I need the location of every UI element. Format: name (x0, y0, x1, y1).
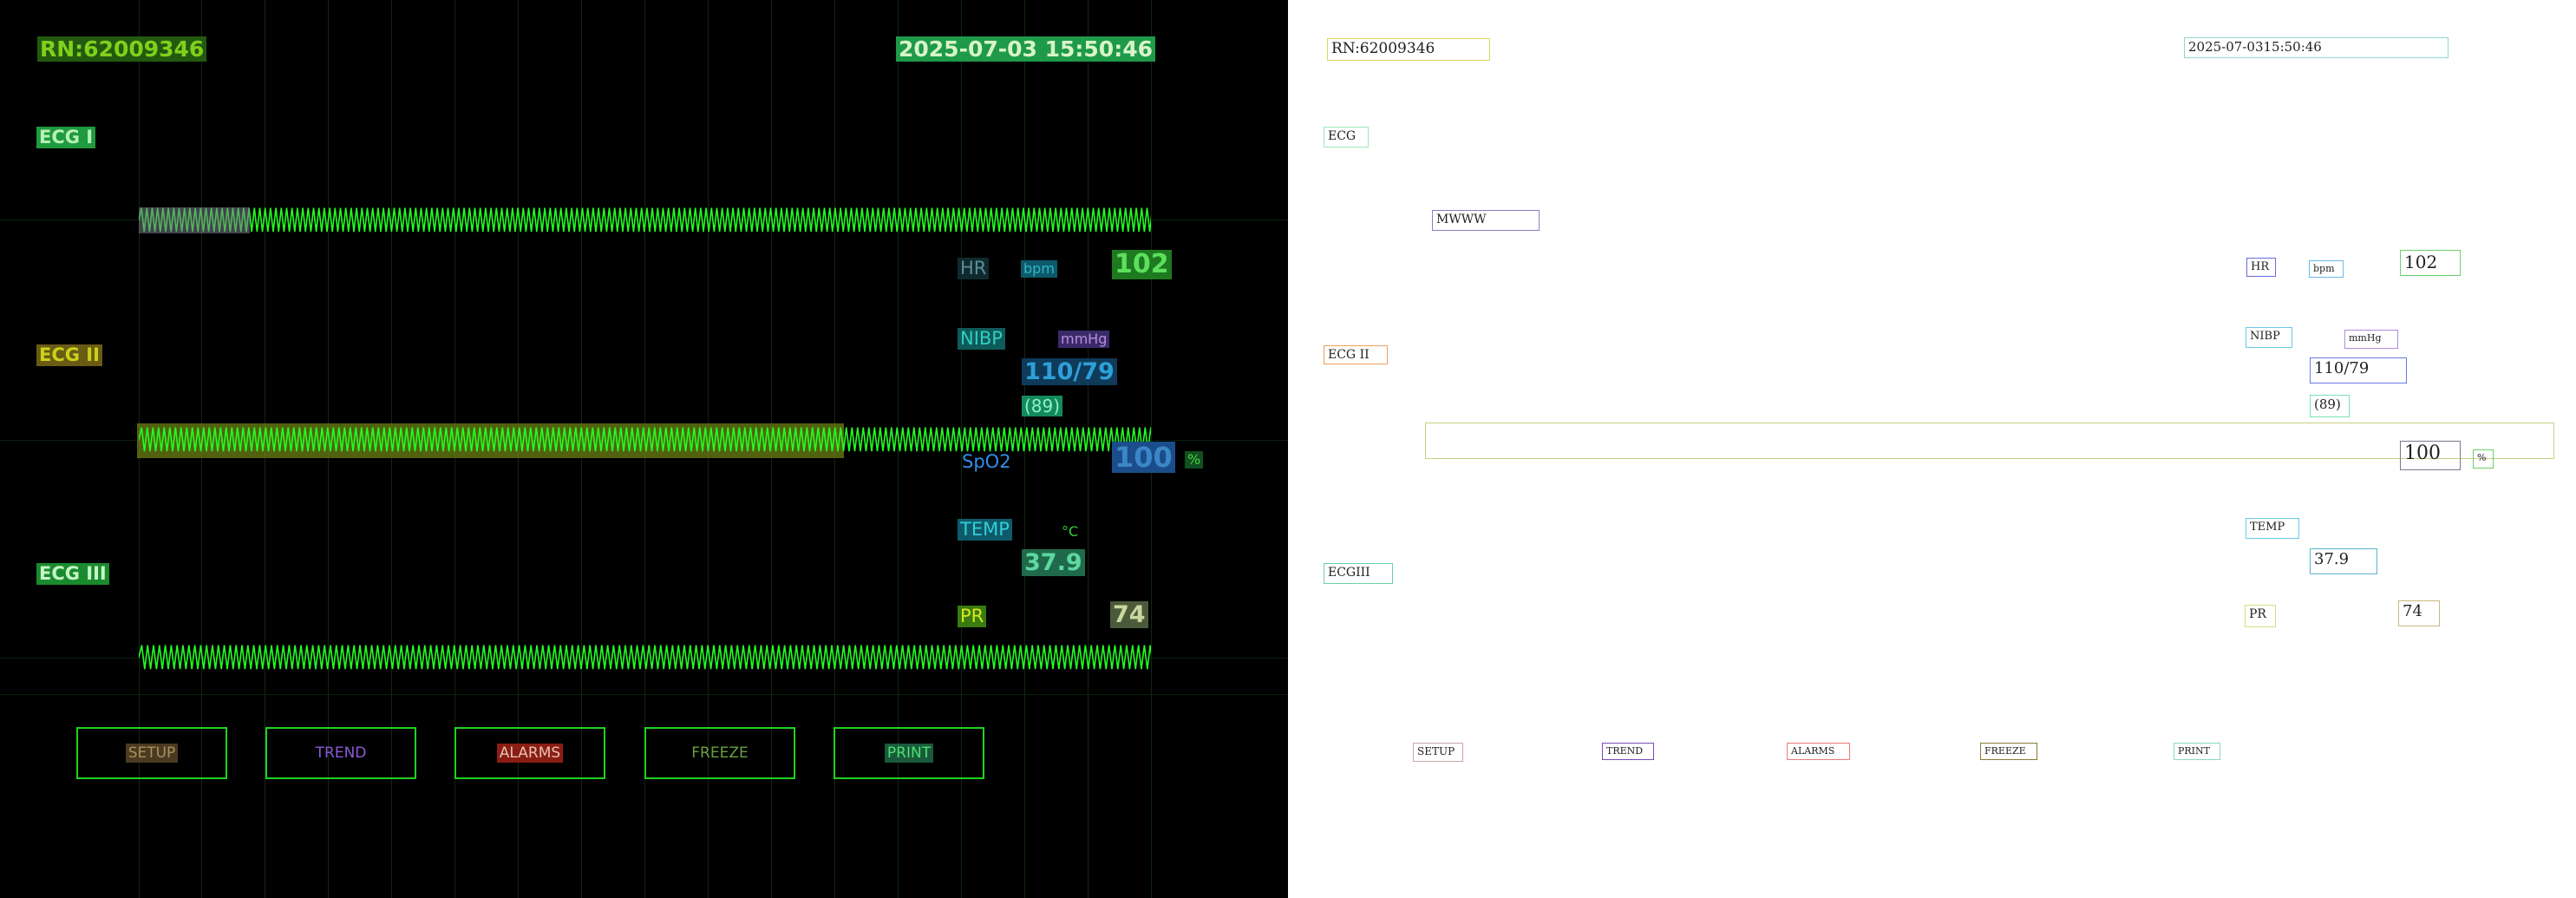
annotation-freeze-button: FREEZE (1980, 743, 2037, 760)
patient-monitor-panel: RN:62009346 2025-07-03 15:50:46 ECG I EC… (0, 0, 1288, 898)
nibp-unit: mmHg (1058, 331, 1110, 348)
nibp-label: NIBP (958, 328, 1005, 350)
alarms-button-label: ALARMS (496, 744, 564, 763)
annotation-panel: RN:62009346 2025-07-0315:50:46 ECG MWWW … (1288, 0, 2576, 898)
temp-value: 37.9 (1022, 549, 1085, 576)
hr-unit: bpm (1021, 260, 1057, 278)
annotation-datetime: 2025-07-0315:50:46 (2184, 37, 2449, 58)
pr-label: PR (958, 606, 987, 627)
date-time: 2025-07-03 15:50:46 (896, 36, 1155, 62)
annotation-wave-fragment: MWWW (1432, 210, 1540, 231)
record-number: RN:62009346 (37, 36, 207, 62)
trend-button-label: TREND (315, 744, 367, 762)
trend-button[interactable]: TREND (265, 727, 416, 779)
freeze-button[interactable]: FREEZE (644, 727, 795, 779)
annotation-spo2-value: 100 (2400, 441, 2461, 470)
freeze-button-label: FREEZE (691, 744, 749, 762)
print-button[interactable]: PRINT (834, 727, 984, 779)
annotation-nibp-label: NIBP (2246, 327, 2292, 348)
annotation-ecg-ii-wave (1425, 423, 2554, 459)
waveform-trace (139, 207, 1151, 233)
spo2-unit: % (1185, 451, 1204, 469)
ecg-i-waveform-highlight (139, 207, 250, 233)
annotation-lead-ecg-i: ECG (1324, 127, 1369, 147)
annotation-spo2-unit: % (2473, 449, 2494, 469)
annotation-setup-button: SETUP (1413, 743, 1463, 762)
setup-button[interactable]: SETUP (76, 727, 227, 779)
annotation-nibp-mean: (89) (2310, 395, 2350, 417)
pr-value: 74 (1110, 601, 1148, 628)
annotation-pr-label: PR (2245, 605, 2276, 627)
annotation-print-button: PRINT (2174, 743, 2220, 760)
spo2-value: 100 (1112, 442, 1175, 473)
setup-button-label: SETUP (125, 744, 179, 763)
waveform-trace (139, 427, 1151, 452)
annotation-temp-value: 37.9 (2310, 548, 2377, 574)
annotation-alarms-button: ALARMS (1787, 743, 1850, 760)
lead-label-ecg-iii: ECG III (36, 563, 109, 585)
grid-line (0, 694, 1288, 695)
hr-label: HR (958, 258, 990, 279)
temp-label: TEMP (958, 519, 1012, 541)
annotation-trend-button: TREND (1602, 743, 1654, 760)
annotation-temp-label: TEMP (2246, 518, 2299, 539)
annotation-hr-value: 102 (2400, 250, 2461, 276)
hr-value: 102 (1112, 250, 1172, 279)
ecg-iii-waveform (139, 645, 1151, 671)
temp-unit: °C (1062, 523, 1079, 540)
ecg-ii-waveform (139, 427, 1151, 453)
annotation-lead-ecg-iii: ECGIII (1324, 563, 1393, 584)
annotation-record-number: RN:62009346 (1327, 38, 1490, 61)
annotation-nibp-unit: mmHg (2344, 330, 2398, 349)
nibp-value: 110/79 (1022, 358, 1117, 385)
annotation-pr-value: 74 (2398, 600, 2440, 626)
print-button-label: PRINT (884, 744, 934, 763)
annotation-hr-label: HR (2246, 258, 2276, 277)
lead-label-ecg-i: ECG I (36, 127, 96, 148)
lead-label-ecg-ii: ECG II (36, 344, 102, 366)
ecg-i-waveform (139, 207, 1151, 233)
spo2-label: SpO2 (962, 451, 1011, 472)
annotation-nibp-value: 110/79 (2310, 357, 2407, 383)
screen: RN:62009346 2025-07-03 15:50:46 ECG I EC… (0, 0, 2576, 898)
annotation-hr-unit: bpm (2309, 260, 2344, 278)
waveform-trace (139, 645, 1151, 670)
annotation-lead-ecg-ii: ECG II (1324, 345, 1388, 364)
nibp-mean: (89) (1022, 396, 1063, 416)
alarms-button[interactable]: ALARMS (454, 727, 605, 779)
